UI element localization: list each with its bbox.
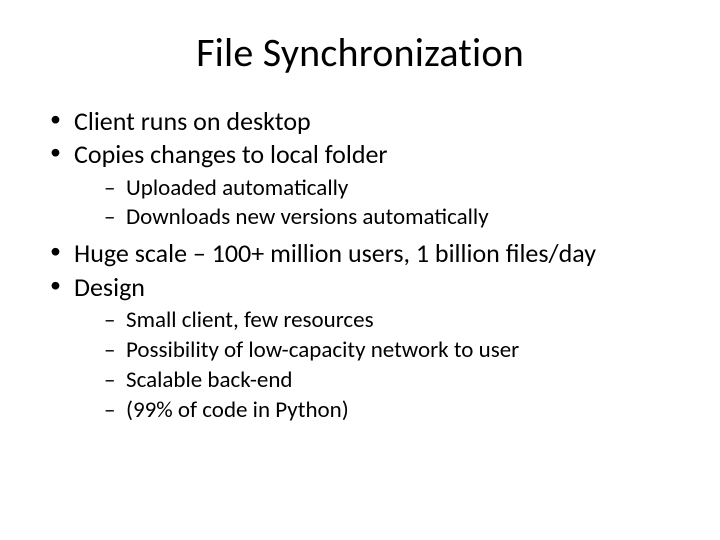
sub-bullet-text: Downloads new versions automatically xyxy=(126,203,489,231)
slide-title: File Synchronization xyxy=(40,28,680,77)
bullet-text: Copies changes to local folder xyxy=(74,138,388,170)
sub-bullet-text: Possibility of low-capacity network to u… xyxy=(126,336,519,364)
sub-bullet-item: Possibility of low-capacity network to u… xyxy=(104,336,680,366)
bullet-item: Design Small client, few resources Possi… xyxy=(50,271,680,426)
sub-bullet-list: Uploaded automatically Downloads new ver… xyxy=(74,174,680,234)
bullet-text: Huge scale – 100+ million users, 1 billi… xyxy=(74,237,596,269)
sub-bullet-item: Scalable back-end xyxy=(104,366,680,396)
sub-bullet-text: Uploaded automatically xyxy=(126,174,348,202)
bullet-item: Client runs on desktop xyxy=(50,105,680,138)
sub-bullet-list: Small client, few resources Possibility … xyxy=(74,306,680,426)
sub-bullet-item: Downloads new versions automatically xyxy=(104,203,680,233)
sub-bullet-item: (99% of code in Python) xyxy=(104,396,680,426)
sub-bullet-item: Small client, few resources xyxy=(104,306,680,336)
sub-bullet-text: Scalable back-end xyxy=(126,366,293,394)
bullet-item: Copies changes to local folder Uploaded … xyxy=(50,138,680,233)
sub-bullet-text: Small client, few resources xyxy=(126,306,374,334)
sub-bullet-text: (99% of code in Python) xyxy=(126,396,349,424)
bullet-text: Client runs on desktop xyxy=(74,105,311,137)
sub-bullet-item: Uploaded automatically xyxy=(104,174,680,204)
bullet-text: Design xyxy=(74,271,145,303)
bullet-item: Huge scale – 100+ million users, 1 billi… xyxy=(50,237,680,270)
bullet-list: Client runs on desktop Copies changes to… xyxy=(40,105,680,425)
slide: File Synchronization Client runs on desk… xyxy=(0,0,720,540)
